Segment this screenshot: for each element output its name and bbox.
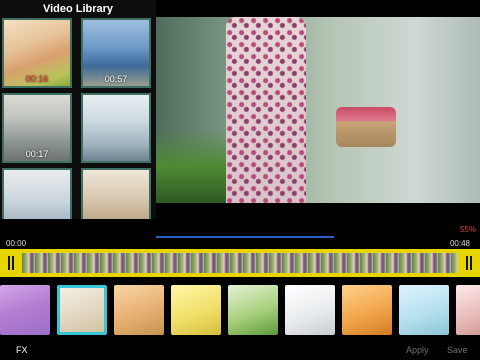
filter-thumb[interactable] xyxy=(342,285,392,335)
library-thumb[interactable] xyxy=(81,93,151,163)
filter-thumb[interactable] xyxy=(171,285,221,335)
save-button[interactable]: Save xyxy=(447,345,468,355)
filter-thumb[interactable] xyxy=(114,285,164,335)
preview-dress xyxy=(226,17,306,203)
library-thumb[interactable]: 00:16 xyxy=(2,18,72,88)
thumb-duration: 00:17 xyxy=(25,149,49,159)
trim-handle-right[interactable] xyxy=(458,249,480,277)
filter-thumb[interactable] xyxy=(399,285,449,335)
filter-thumb[interactable] xyxy=(285,285,335,335)
filter-thumb[interactable] xyxy=(456,285,480,335)
grip-icon xyxy=(8,256,14,270)
timeline-start-time: 00:00 xyxy=(6,239,27,248)
library-thumb[interactable]: 00:57 xyxy=(81,18,151,88)
video-library-panel: Video Library 00:16 00:57 00:17 xyxy=(0,0,156,219)
preview-flower-basket xyxy=(336,107,396,147)
filter-thumb[interactable] xyxy=(0,285,50,335)
filter-thumb[interactable] xyxy=(228,285,278,335)
timeline-filmstrip[interactable] xyxy=(22,253,458,273)
timeline-end-time: 00:48 xyxy=(449,239,470,248)
progress-percent: 55% xyxy=(459,225,476,234)
thumb-duration: 00:57 xyxy=(104,74,128,84)
library-thumb[interactable] xyxy=(81,168,151,219)
trim-handle-left[interactable] xyxy=(0,249,22,277)
fx-button[interactable]: FX xyxy=(16,345,28,355)
library-title: Video Library xyxy=(42,3,114,15)
library-thumb[interactable]: 00:17 xyxy=(2,93,72,163)
grip-icon xyxy=(466,256,472,270)
video-preview[interactable] xyxy=(156,17,480,203)
filter-thumb-selected[interactable] xyxy=(57,285,107,335)
thumb-duration: 00:16 xyxy=(25,74,49,84)
filter-strip xyxy=(0,285,480,337)
progress-bar xyxy=(156,236,334,238)
library-grid: 00:16 00:57 00:17 xyxy=(2,18,154,219)
apply-button[interactable]: Apply xyxy=(406,345,429,355)
library-thumb[interactable] xyxy=(2,168,72,219)
